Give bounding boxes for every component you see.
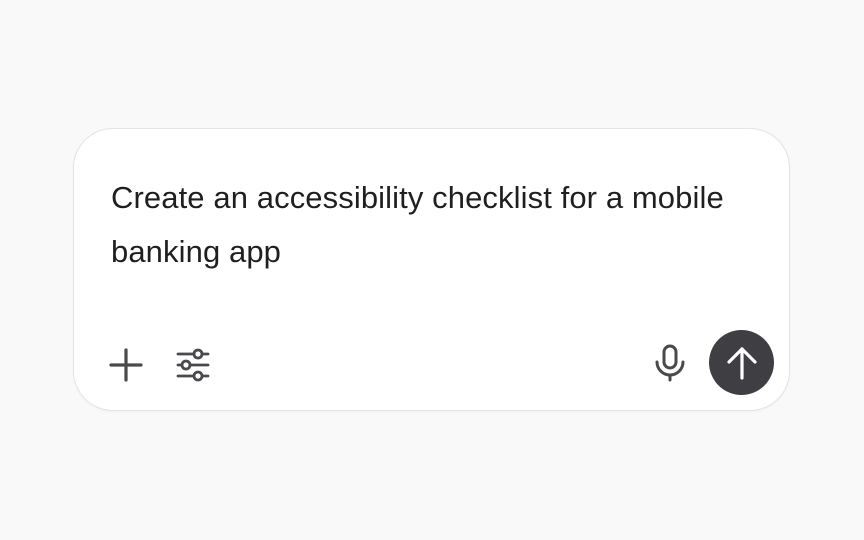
sliders-icon bbox=[175, 347, 211, 383]
prompt-input[interactable]: Create an accessibility checklist for a … bbox=[111, 171, 731, 279]
microphone-icon bbox=[652, 343, 688, 383]
arrow-up-icon bbox=[725, 345, 759, 381]
add-attachment-button[interactable] bbox=[106, 345, 146, 385]
plus-icon bbox=[108, 347, 144, 383]
voice-input-button[interactable] bbox=[648, 341, 692, 385]
prompt-composer: Create an accessibility checklist for a … bbox=[73, 128, 790, 411]
send-button[interactable] bbox=[709, 330, 774, 395]
tools-button[interactable] bbox=[172, 344, 214, 386]
